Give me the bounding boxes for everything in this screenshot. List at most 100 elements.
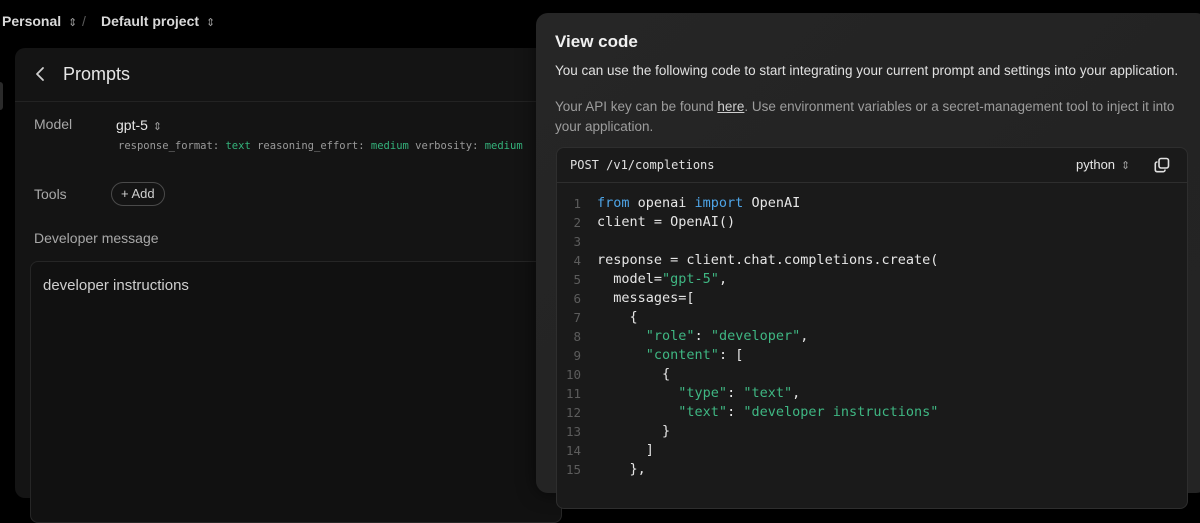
code-keyword: import (694, 195, 744, 211)
add-tool-button[interactable]: + Add (111, 182, 165, 206)
page-title: Prompts (63, 64, 131, 84)
back-button[interactable] (31, 64, 51, 84)
copy-icon (1154, 157, 1170, 173)
code-line: 11 "type": "text", (557, 384, 1187, 403)
code-text: response = client.chat.completions.creat… (597, 251, 938, 270)
code-line: 4 response = client.chat.completions.crea… (557, 251, 1187, 270)
line-number: 12 (565, 405, 581, 420)
org-switcher[interactable]: Personal ⇕ (2, 13, 77, 29)
model-selector[interactable]: gpt-5 ⇕ (116, 117, 162, 133)
code-text: }, (597, 460, 646, 479)
code-token: { (597, 366, 671, 382)
sidebar-edge (0, 82, 3, 110)
code-token: , (800, 328, 809, 344)
param-value: medium (370, 140, 409, 152)
code-line: 15 }, (557, 460, 1187, 479)
modal-title: View code (555, 32, 638, 51)
code-token: client = OpenAI() (597, 214, 736, 230)
developer-message-text: developer instructions (43, 277, 189, 294)
api-key-link[interactable]: here (717, 99, 744, 114)
code-keyword: from (597, 195, 630, 211)
line-number: 5 (573, 272, 581, 287)
param-value: medium (484, 140, 523, 152)
line-number: 15 (565, 462, 581, 477)
tools-label: Tools (34, 186, 67, 202)
code-line: 1 from openai import OpenAI (557, 194, 1187, 213)
api-key-note-start: Your API key can be found (555, 99, 718, 114)
line-number: 4 (573, 253, 581, 268)
param-key: verbosity: (415, 140, 479, 152)
model-name: gpt-5 (116, 117, 148, 133)
code-line: 3 (557, 232, 1187, 251)
code-text: client = OpenAI() (597, 213, 735, 232)
project-switcher[interactable]: Default project ⇕ (101, 13, 215, 29)
modal-description: You can use the following code to start … (555, 63, 1179, 78)
line-number: 1 (573, 196, 581, 211)
code-line: 6 messages=[ (557, 289, 1187, 308)
code-string: "text" (743, 385, 793, 401)
chevron-updown-icon: ⇕ (1121, 160, 1131, 172)
code-text: "content": [ (597, 346, 744, 365)
code-token: , (792, 385, 801, 401)
param-value: text (225, 140, 251, 152)
line-number: 11 (565, 386, 581, 401)
code-string: "role" (645, 328, 695, 344)
code-line: 8 "role": "developer", (557, 327, 1187, 346)
code-token: OpenAI (743, 195, 801, 211)
endpoint-label: POST /v1/completions (570, 158, 715, 172)
code-text: { (597, 308, 638, 327)
language-selector[interactable]: python ⇕ (1076, 157, 1130, 172)
line-number: 13 (565, 424, 581, 439)
language-name: python (1076, 157, 1116, 172)
code-block: POST /v1/completions python ⇕ 1 from opena… (556, 147, 1188, 509)
code-token: openai (629, 195, 695, 211)
code-line: 9 "content": [ (557, 346, 1187, 365)
line-number: 2 (573, 215, 581, 230)
chevron-updown-icon: ⇕ (68, 17, 78, 29)
code-text: "text": "developer instructions" (597, 403, 938, 422)
code-string: "gpt-5" (662, 271, 719, 287)
code-token: model= (597, 271, 663, 287)
code-string: "developer" (710, 328, 801, 344)
code-line: 14 ] (557, 441, 1187, 460)
view-code-modal: View code You can use the following code… (536, 13, 1200, 509)
code-text: } (597, 422, 670, 441)
panel-header: Prompts (15, 48, 575, 102)
code-token: { (597, 309, 638, 325)
line-number: 3 (573, 234, 581, 249)
org-name: Personal (2, 13, 62, 29)
breadcrumb-separator: / (82, 13, 86, 29)
code-token: }, (597, 461, 646, 477)
chevron-left-icon (36, 67, 44, 81)
line-number: 9 (573, 348, 581, 363)
code-token: : (727, 404, 744, 420)
code-text: ] (597, 441, 654, 460)
line-number: 6 (573, 291, 581, 306)
line-number: 14 (565, 443, 581, 458)
developer-message-label: Developer message (34, 230, 159, 246)
code-string: "text" (678, 404, 728, 420)
code-text: model="gpt-5", (597, 270, 727, 289)
developer-message-input[interactable]: developer instructions (30, 261, 562, 523)
copy-button[interactable] (1153, 156, 1171, 174)
code-token: : (727, 385, 744, 401)
code-string: "content" (645, 347, 719, 363)
code-line: 7 { (557, 308, 1187, 327)
param-key: response_format: (118, 140, 220, 152)
code-token: : [ (718, 347, 744, 363)
project-name: Default project (101, 13, 200, 29)
code-line: 13 } (557, 422, 1187, 441)
code-text: "type": "text", (597, 384, 800, 403)
api-key-note: Your API key can be found here. Use envi… (555, 97, 1185, 137)
code-token: ] (597, 442, 654, 458)
code-text: { (597, 365, 670, 384)
code-line: 2 client = OpenAI() (557, 213, 1187, 232)
code-string: "developer instructions" (743, 404, 939, 420)
model-params[interactable]: response_format: text reasoning_effort: … (118, 140, 523, 152)
line-number: 8 (573, 329, 581, 344)
top-bar: Personal ⇕ / Default project ⇕ (0, 0, 600, 44)
code-line: 5 model="gpt-5", (557, 270, 1187, 289)
